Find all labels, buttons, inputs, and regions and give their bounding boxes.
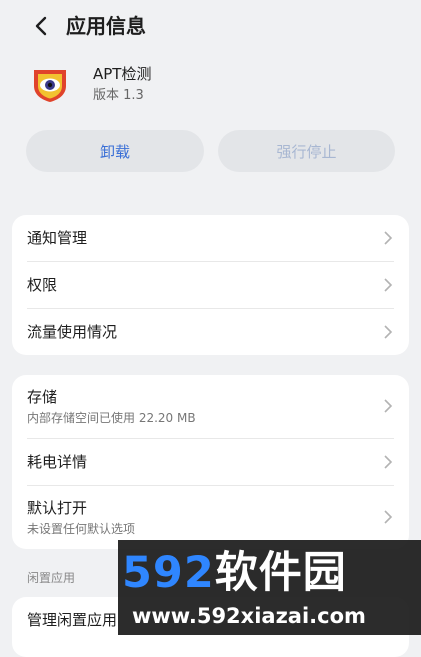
row-title: 权限 [27,276,58,294]
chevron-right-icon [383,278,393,292]
row-title: 流量使用情况 [27,323,118,341]
row-title: 存储 [27,388,58,406]
back-arrow-icon[interactable] [30,14,54,38]
settings-card-storage: 存储 内部存储空间已使用 22.20 MB 耗电详情 默认打开 未设置任何默认选… [12,375,409,549]
page-title: 应用信息 [66,14,146,38]
watermark-brand: 592软件园 [122,548,347,598]
row-data-usage[interactable]: 流量使用情况 [12,309,409,355]
row-subtitle: 未设置任何默认选项 [27,522,136,536]
row-notification-management[interactable]: 通知管理 [12,215,409,261]
watermark-banner: 592软件园 www.592xiazai.com [118,540,421,635]
row-battery-details[interactable]: 耗电详情 [12,439,409,485]
row-subtitle: 内部存储空间已使用 22.20 MB [27,411,196,425]
chevron-right-icon [383,455,393,469]
app-version: 版本 1.3 [93,88,144,103]
app-name: APT检测 [93,65,152,83]
row-storage[interactable]: 存储 内部存储空间已使用 22.20 MB [12,375,409,438]
app-eye-icon [30,64,70,104]
row-title: 通知管理 [27,229,88,247]
uninstall-button[interactable]: 卸载 [26,130,204,172]
row-title: 默认打开 [27,499,88,517]
section-label-idle-apps: 闲置应用 [27,571,76,585]
row-title: 管理闲置应用 [27,611,118,629]
chevron-right-icon [383,510,393,524]
force-stop-button[interactable]: 强行停止 [218,130,395,172]
header: 应用信息 [0,0,421,56]
watermark-url: www.592xiazai.com [132,604,366,628]
chevron-right-icon [383,231,393,245]
row-title: 耗电详情 [27,453,88,471]
chevron-right-icon [383,325,393,339]
row-permissions[interactable]: 权限 [12,262,409,308]
settings-card-general: 通知管理 权限 流量使用情况 [12,215,409,355]
chevron-right-icon [383,399,393,413]
